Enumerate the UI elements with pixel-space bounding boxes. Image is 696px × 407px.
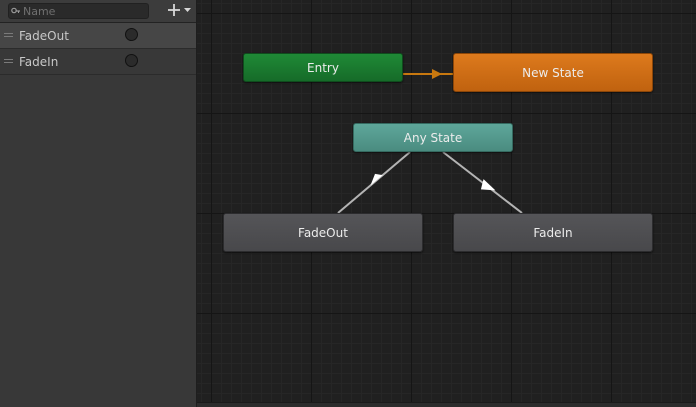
- node-label: FadeIn: [533, 225, 573, 240]
- trigger-toggle[interactable]: [125, 54, 138, 67]
- add-parameter-button[interactable]: [166, 2, 194, 20]
- new-state-node[interactable]: New State: [453, 53, 653, 92]
- parameter-row-fadeout[interactable]: FadeOut: [0, 23, 196, 49]
- parameter-search-box[interactable]: [8, 3, 170, 19]
- entry-node[interactable]: Entry: [243, 53, 403, 82]
- parameter-search-input[interactable]: [21, 4, 170, 18]
- transition-any-state-to-fadein[interactable]: [442, 151, 523, 214]
- parameter-row-fadein[interactable]: FadeIn: [0, 49, 196, 75]
- fadein-state-node[interactable]: FadeIn: [453, 213, 653, 252]
- transition-arrow-icon: [480, 179, 496, 191]
- any-state-node[interactable]: Any State: [353, 123, 513, 152]
- animator-window: FadeOut FadeIn Entry: [0, 0, 696, 407]
- drag-handle-icon[interactable]: [4, 32, 13, 38]
- node-label: New State: [522, 65, 584, 80]
- drag-handle-icon[interactable]: [4, 58, 13, 64]
- parameters-panel: FadeOut FadeIn: [0, 0, 197, 407]
- transition-arrow-icon: [370, 173, 383, 186]
- transition-any-state-to-fadeout[interactable]: [337, 151, 411, 214]
- trigger-toggle[interactable]: [125, 28, 138, 41]
- graph-bottom-edge: [197, 402, 696, 407]
- fadeout-state-node[interactable]: FadeOut: [223, 213, 423, 252]
- node-label: Any State: [403, 130, 463, 145]
- search-icon: [11, 4, 21, 18]
- transition-entry-to-new-state[interactable]: [403, 69, 453, 79]
- parameters-toolbar: [0, 0, 196, 23]
- transition-arrow-icon: [432, 69, 442, 79]
- plus-dropdown-icon: [168, 3, 192, 20]
- node-label: FadeOut: [298, 225, 348, 240]
- parameter-name[interactable]: FadeIn: [19, 55, 58, 69]
- parameter-name[interactable]: FadeOut: [19, 29, 69, 43]
- node-label: Entry: [307, 60, 339, 75]
- state-machine-graph[interactable]: Entry New State Any State FadeOut FadeIn: [197, 0, 696, 407]
